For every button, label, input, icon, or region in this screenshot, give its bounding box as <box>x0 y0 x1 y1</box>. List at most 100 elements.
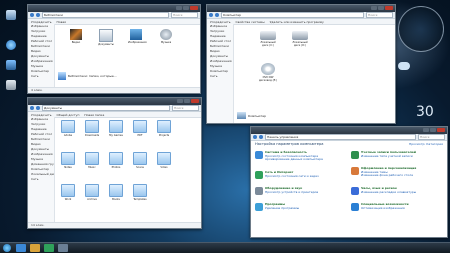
new-folder-button[interactable]: Новая папка <box>84 113 104 117</box>
folder-item[interactable]: Templates <box>132 184 148 201</box>
forward-icon[interactable] <box>36 106 40 110</box>
back-icon[interactable] <box>209 13 213 17</box>
organize-button[interactable]: Упорядочить <box>31 113 51 117</box>
cp-link[interactable]: Удаление программы <box>265 206 299 211</box>
cp-category-accessibility[interactable]: Специальные возможности Оптимизация изобр… <box>351 202 443 211</box>
library-item-music[interactable]: Музыка <box>158 29 174 44</box>
cp-link[interactable]: Изменение типа учетной записи <box>361 154 416 159</box>
folder-item[interactable]: Books <box>108 184 124 201</box>
back-icon[interactable] <box>30 106 34 110</box>
navigation-pane: Избранное Загрузки Недавние Рабочий стол… <box>28 24 55 88</box>
back-icon[interactable] <box>30 13 34 17</box>
new-library-button[interactable]: Новая <box>56 20 66 24</box>
minimize-button[interactable] <box>177 99 183 103</box>
desktop-icon-internet-explorer[interactable] <box>2 40 20 51</box>
address-field[interactable]: Компьютер <box>221 12 364 18</box>
cp-category-system-security[interactable]: Система и безопасность Просмотр состояния… <box>255 150 343 162</box>
folder-item[interactable]: Adobe <box>60 120 76 137</box>
folder-item[interactable]: Work <box>60 184 76 201</box>
library-item-video[interactable]: Видео <box>68 29 84 44</box>
minimize-button[interactable] <box>371 6 377 10</box>
organize-button[interactable]: Упорядочить <box>31 20 51 24</box>
cp-category-appearance[interactable]: Оформление и персонализация Изменение тем… <box>351 166 443 178</box>
documents-window[interactable]: Документы Поиск Упорядочить Общий доступ… <box>27 97 202 229</box>
back-icon[interactable] <box>253 135 257 139</box>
desktop-icon-network[interactable] <box>2 60 20 71</box>
close-button[interactable] <box>385 6 393 10</box>
search-input[interactable]: Поиск <box>418 134 445 140</box>
cp-category-hardware-sound[interactable]: Оборудование и звук Просмотр устройств и … <box>255 186 343 195</box>
library-item-documents[interactable]: Документы <box>98 29 114 46</box>
cp-category-user-accounts[interactable]: Учетные записи пользователей Изменение ти… <box>351 150 443 159</box>
folder-item[interactable]: Downloads <box>84 120 100 137</box>
control-panel-heading: Настройка параметров компьютера <box>255 142 324 146</box>
maximize-button[interactable] <box>378 6 384 10</box>
taskbar-app-control-panel[interactable] <box>58 244 68 252</box>
maximize-button[interactable] <box>430 128 436 132</box>
search-input[interactable]: Поиск <box>172 105 199 111</box>
cp-link[interactable]: Просмотр состояния сети и задач <box>265 174 319 179</box>
folder-item[interactable]: Video <box>156 152 172 169</box>
share-button[interactable]: Общий доступ <box>56 113 79 117</box>
folder-item[interactable]: Music <box>84 152 100 169</box>
folder-item[interactable]: Notes <box>60 152 76 169</box>
organize-button[interactable]: Упорядочить <box>210 20 230 24</box>
weather-gadget[interactable] <box>396 60 444 94</box>
title-bar[interactable] <box>251 127 447 134</box>
title-bar[interactable] <box>28 98 201 105</box>
cp-link[interactable]: Оптимизация изображения <box>361 206 409 211</box>
nav-item-network[interactable]: Сеть <box>28 74 54 79</box>
close-button[interactable] <box>191 99 199 103</box>
folder-item[interactable]: Projects <box>156 120 172 137</box>
documents-library-icon <box>99 29 113 42</box>
folder-item[interactable]: Archive <box>84 184 100 201</box>
taskbar-app-media-player[interactable] <box>44 244 54 252</box>
folder-item[interactable]: Scans <box>132 152 148 169</box>
folder-item[interactable]: Photos <box>108 152 124 169</box>
title-bar[interactable] <box>28 5 200 12</box>
cp-link[interactable]: Просмотр устройств и принтеров <box>265 190 318 195</box>
folder-item[interactable]: PDF <box>132 120 148 137</box>
desktop-icon-recycle-bin[interactable] <box>2 80 20 91</box>
cp-category-clock-language[interactable]: Часы, язык и регион Изменение раскладки к… <box>351 186 443 195</box>
nav-item-network[interactable]: Сеть <box>207 74 233 79</box>
cp-link[interactable]: Изменение фона рабочего стола <box>361 174 416 178</box>
folder-item[interactable]: My Games <box>108 120 124 137</box>
drive-d[interactable]: Локальный диск (D:) <box>289 31 311 47</box>
library-item-images[interactable]: Изображения <box>128 29 147 44</box>
cp-link[interactable]: Изменение раскладки клавиатуры <box>361 190 416 195</box>
view-selector[interactable]: Просмотр: Категория <box>409 142 443 146</box>
close-button[interactable] <box>437 128 445 132</box>
title-bar[interactable] <box>207 5 395 12</box>
libraries-window[interactable]: Библиотеки Поиск Упорядочить Новая Избра… <box>27 4 201 94</box>
close-button[interactable] <box>190 6 198 10</box>
search-input[interactable]: Поиск <box>171 12 198 18</box>
computer-window[interactable]: Компьютер Поиск Упорядочить Свойства сис… <box>206 4 396 124</box>
maximize-button[interactable] <box>183 6 189 10</box>
clock-gadget[interactable] <box>398 6 444 52</box>
maximize-button[interactable] <box>184 99 190 103</box>
cp-category-programs[interactable]: Программы Удаление программы <box>255 202 343 211</box>
minimize-button[interactable] <box>423 128 429 132</box>
forward-icon[interactable] <box>215 13 219 17</box>
dvd-drive[interactable]: DVD RW дисковод (E:) <box>257 63 279 82</box>
desktop-icon-computer[interactable] <box>2 10 20 21</box>
cp-category-network[interactable]: Сеть и Интернет Просмотр состояния сети и… <box>255 170 343 179</box>
drive-c[interactable]: Локальный диск (C:) <box>257 31 279 47</box>
cp-link[interactable]: Архивирование данных компьютера <box>265 158 323 162</box>
nav-item-network[interactable]: Сеть <box>28 177 54 182</box>
taskbar-app-explorer[interactable] <box>30 244 40 252</box>
uninstall-program-button[interactable]: Удалить или изменить программу <box>270 20 324 24</box>
minimize-button[interactable] <box>176 6 182 10</box>
address-field[interactable]: Библиотеки <box>42 12 169 18</box>
weather-temp-large: 30 <box>416 104 434 120</box>
forward-icon[interactable] <box>36 13 40 17</box>
taskbar-app-internet-explorer[interactable] <box>16 244 26 252</box>
address-field[interactable]: Панель управления <box>265 134 416 140</box>
forward-icon[interactable] <box>259 135 263 139</box>
start-button[interactable] <box>3 244 11 252</box>
system-properties-button[interactable]: Свойства системы <box>235 20 264 24</box>
control-panel-window[interactable]: Панель управления Поиск Настройка параме… <box>250 126 448 238</box>
search-input[interactable]: Поиск <box>366 12 393 18</box>
address-field[interactable]: Документы <box>42 105 170 111</box>
